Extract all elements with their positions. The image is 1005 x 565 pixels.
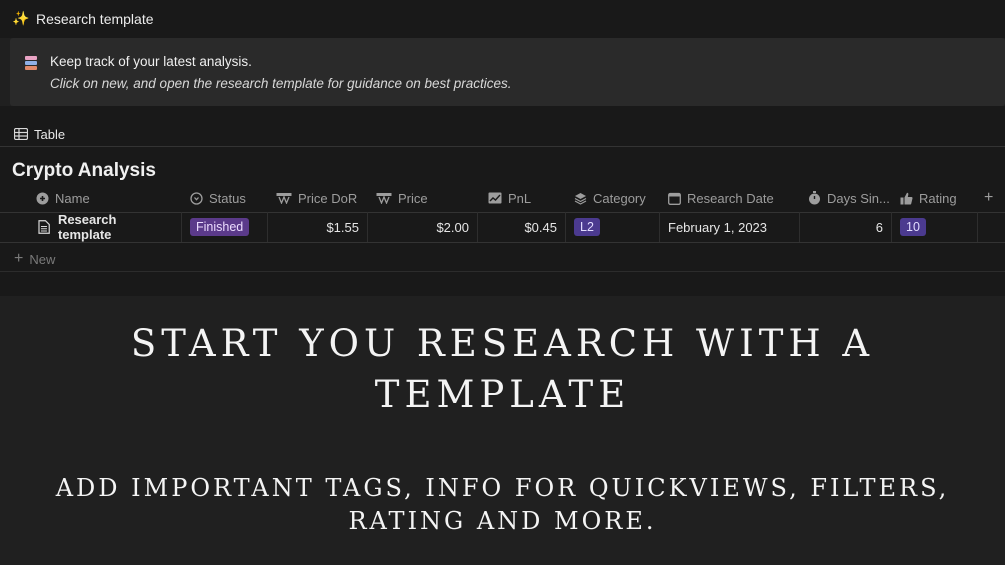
thumbs-up-icon — [900, 192, 913, 204]
database-title[interactable]: Crypto Analysis — [12, 160, 156, 182]
table-row[interactable]: Research template Finished $1.55 $2.00 $… — [0, 212, 1005, 243]
status-badge: Finished — [190, 218, 250, 236]
column-label: Price — [398, 190, 428, 206]
callout: Keep track of your latest analysis. Clic… — [10, 38, 1005, 106]
table-icon — [14, 128, 28, 140]
view-bar: Table — [0, 106, 1005, 154]
new-row-button[interactable]: + New — [14, 250, 55, 268]
cell-status[interactable]: Finished — [182, 212, 268, 242]
column-header-price[interactable]: Price — [368, 184, 478, 212]
layers-icon — [574, 192, 587, 205]
cell-pnl[interactable]: $0.45 — [478, 212, 566, 242]
divider — [0, 146, 1005, 147]
table-header: Name Status Price DoR Price PnL Category… — [0, 184, 1005, 213]
formula-icon — [376, 193, 392, 204]
tab-table-label: Table — [34, 126, 66, 142]
overlay-subline: ADD IMPORTANT TAGS, INFO FOR QUICKVIEWS,… — [55, 474, 950, 535]
row-name: Research template — [57, 212, 117, 242]
cell-name[interactable]: Research template — [0, 212, 182, 242]
calendar-icon — [668, 192, 681, 205]
column-header-pnl[interactable]: PnL — [478, 184, 566, 212]
column-label: Days Sin... — [827, 190, 890, 206]
database: Crypto Analysis Name Status Price DoR Pr… — [0, 148, 1005, 296]
column-label: Status — [209, 190, 246, 206]
cell-category[interactable]: L2 — [566, 212, 660, 242]
timer-icon — [809, 191, 820, 205]
cell-rating[interactable]: 10 — [892, 212, 978, 242]
column-label: Name — [55, 190, 90, 206]
column-header-days-since[interactable]: Days Sin... — [800, 184, 892, 212]
top-bar: ✨ Research template — [0, 0, 1005, 38]
cell-price-dor[interactable]: $1.55 — [268, 212, 368, 242]
formula-icon — [276, 193, 292, 204]
divider — [0, 271, 1005, 272]
page-icon — [38, 220, 50, 234]
name-icon — [36, 192, 49, 204]
callout-subtitle: Click on new, and open the research temp… — [50, 76, 512, 91]
cell-price[interactable]: $2.00 — [368, 212, 478, 242]
rating-badge: 10 — [900, 218, 926, 236]
column-header-research-date[interactable]: Research Date — [660, 184, 800, 212]
column-header-name[interactable]: Name — [0, 184, 182, 212]
column-label: Rating — [919, 190, 957, 206]
cell-days-since[interactable]: 6 — [800, 212, 892, 242]
cell-research-date[interactable]: February 1, 2023 — [660, 212, 800, 242]
page-title-wrap[interactable]: ✨ Research template — [12, 10, 154, 27]
callout-title: Keep track of your latest analysis. — [50, 54, 252, 69]
plus-icon: + — [14, 250, 24, 267]
column-header-rating[interactable]: Rating — [892, 184, 978, 212]
column-label: PnL — [508, 190, 532, 206]
status-icon — [190, 191, 203, 205]
sparkle-icon: ✨ — [12, 10, 30, 26]
column-header-status[interactable]: Status — [182, 184, 268, 212]
books-icon — [25, 56, 37, 70]
column-header-price-dor[interactable]: Price DoR — [268, 184, 368, 212]
category-badge: L2 — [574, 218, 600, 236]
new-row-label: New — [29, 251, 56, 267]
overlay-headline: START YOU RESEARCH WITH A TEMPLATE — [130, 322, 875, 416]
column-label: Price DoR — [298, 190, 358, 206]
page-title[interactable]: Research template — [36, 11, 154, 27]
add-column-button[interactable]: + — [978, 184, 1005, 212]
column-label: Research Date — [687, 190, 774, 206]
column-header-category[interactable]: Category — [566, 184, 660, 212]
column-label: Category — [593, 190, 646, 206]
chart-icon — [488, 192, 502, 204]
